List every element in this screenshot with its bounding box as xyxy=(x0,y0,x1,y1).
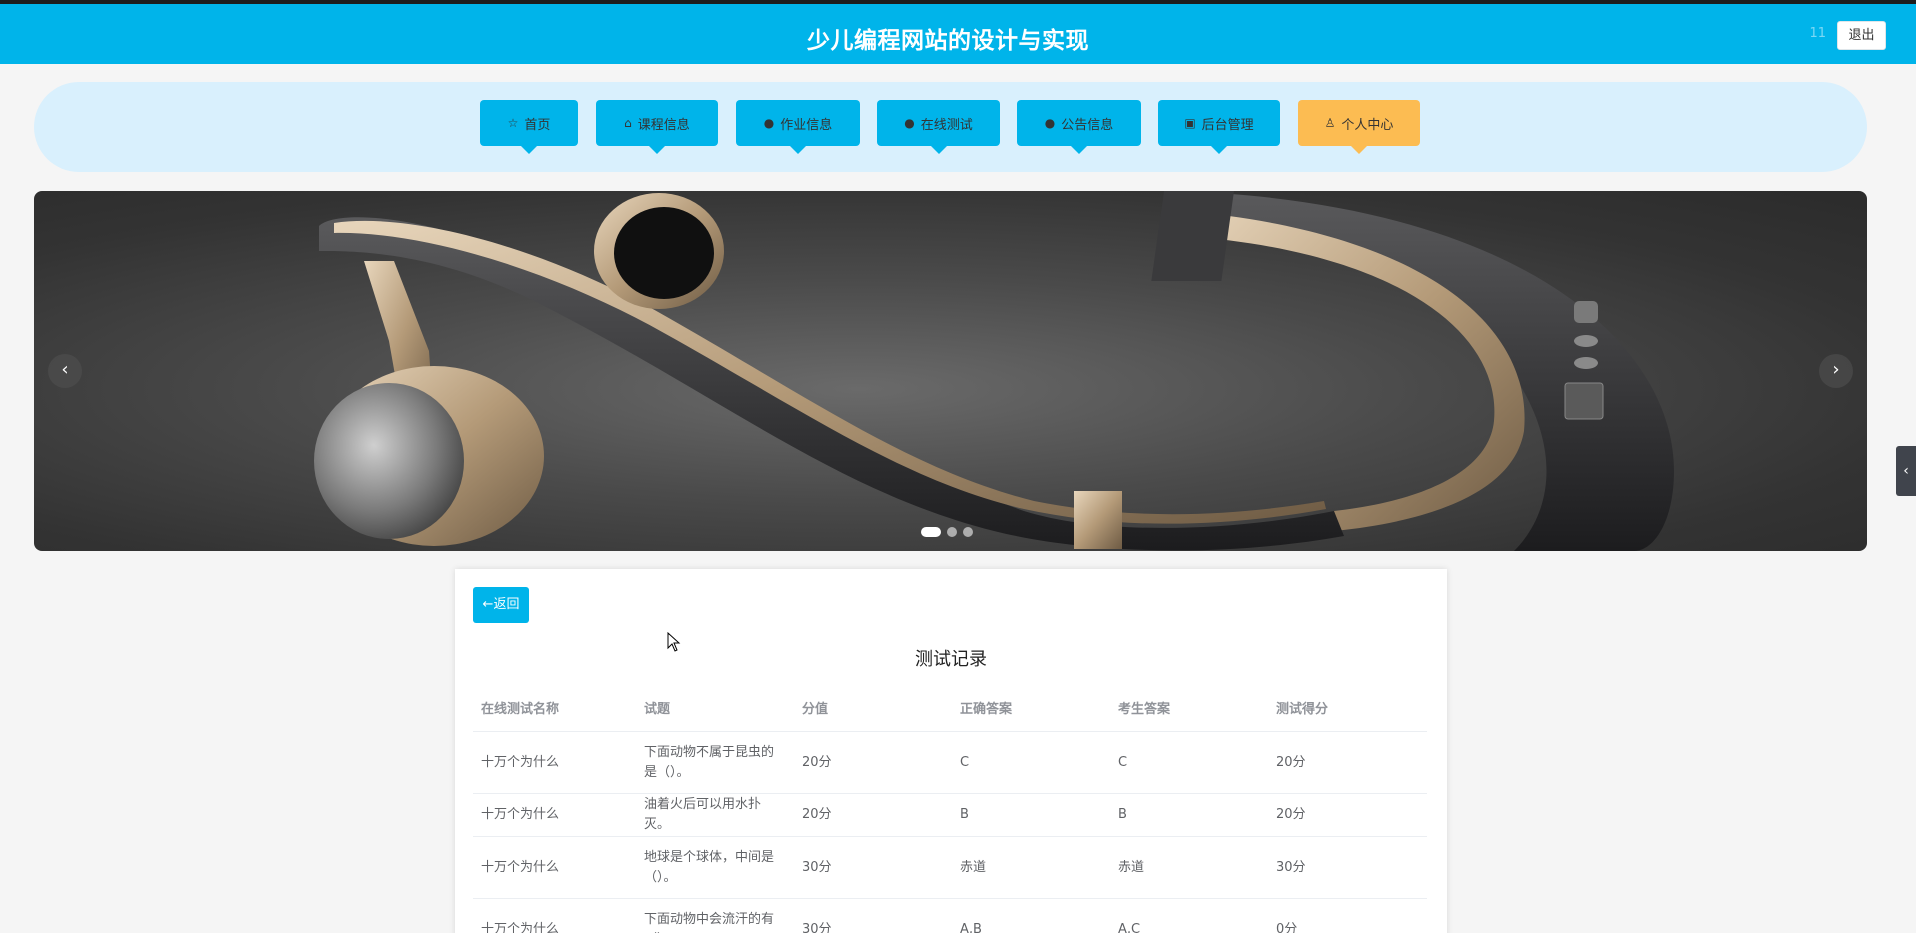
alert-icon: ● xyxy=(763,116,775,130)
table-cell: B xyxy=(1118,807,1127,822)
bag-icon: ⌂ xyxy=(624,116,632,130)
nav-item-label: 个人中心 xyxy=(1341,117,1394,133)
banner-image-headphones xyxy=(314,191,1674,551)
nav-item-notice-info[interactable]: ● 公告信息 xyxy=(1017,100,1141,154)
table-cell: 20分 xyxy=(802,807,832,822)
back-button[interactable]: ←返回 xyxy=(473,587,529,623)
carousel-dot[interactable] xyxy=(963,527,973,537)
carousel-next-button[interactable]: › xyxy=(1819,354,1853,388)
table-cell: 地球是个球体，中间是（）。 xyxy=(644,849,775,885)
table-cell: 十万个为什么 xyxy=(481,754,560,770)
table-row: 十万个为什么 下面动物不属于昆虫的是（）。 20分 C C 20分 xyxy=(473,732,1427,794)
site-title: 少儿编程网站的设计与实现 xyxy=(807,28,1089,54)
table-cell: A,B xyxy=(960,921,982,933)
table-cell: B xyxy=(960,807,969,822)
column-header: 考生答案 xyxy=(1118,702,1171,717)
table-cell: 20分 xyxy=(1276,754,1306,770)
carousel-dot[interactable] xyxy=(947,527,957,537)
question-icon: ● xyxy=(904,116,915,130)
nav-item-label: 后台管理 xyxy=(1201,117,1254,133)
mouse-cursor-icon xyxy=(667,632,681,652)
nav-item-home[interactable]: ☆ 首页 xyxy=(480,100,578,154)
table-header: 在线测试名称 试题 分值 正确答案 考生答案 测试得分 xyxy=(473,689,1427,732)
nav-item-homework-info[interactable]: ● 作业信息 xyxy=(736,100,860,154)
logout-button[interactable]: 退出 xyxy=(1837,21,1886,50)
main-nav: ☆ 首页 ⌂ 课程信息 ● 作业信息 ● 在线测试 ● 公告信息 ▣ 后台管理 … xyxy=(34,82,1867,172)
table-cell: C xyxy=(960,754,970,770)
table-cell: 下面动物中会流汗的有（）。 xyxy=(644,911,775,933)
table-row: 十万个为什么 地球是个球体，中间是（）。 30分 赤道 赤道 30分 xyxy=(473,837,1427,899)
test-record-card: ←返回 测试记录 在线测试名称 试题 分值 正确答案 考生答案 测试得分 十万个… xyxy=(455,569,1447,933)
table-cell: 油着火后可以用水扑灭。 xyxy=(644,797,762,832)
test-record-table: 在线测试名称 试题 分值 正确答案 考生答案 测试得分 十万个为什么 下面动物不… xyxy=(473,689,1427,933)
table-cell: A,C xyxy=(1118,921,1141,933)
info-icon: ● xyxy=(1044,116,1056,130)
table-cell: 赤道 xyxy=(960,859,987,875)
column-header: 试题 xyxy=(644,702,671,717)
table-cell: 20分 xyxy=(1276,807,1306,822)
table-row: 十万个为什么 油着火后可以用水扑灭。 20分 B B 20分 xyxy=(473,794,1427,837)
column-header: 正确答案 xyxy=(960,702,1013,717)
nav-item-personal-center[interactable]: ♙ 个人中心 xyxy=(1298,100,1420,154)
table-cell: 十万个为什么 xyxy=(481,859,560,875)
nav-item-admin[interactable]: ▣ 后台管理 xyxy=(1158,100,1280,154)
card-title: 测试记录 xyxy=(915,649,987,670)
table-cell: 十万个为什么 xyxy=(481,807,560,822)
carousel-prev-button[interactable]: ‹ xyxy=(48,354,82,388)
banner-carousel: ‹ › xyxy=(34,191,1867,551)
column-header: 分值 xyxy=(802,702,829,717)
nav-item-label: 首页 xyxy=(524,117,551,133)
table-cell: 十万个为什么 xyxy=(481,921,560,933)
briefcase-icon: ▣ xyxy=(1184,116,1196,130)
user-icon: ♙ xyxy=(1324,116,1336,130)
table-cell: C xyxy=(1118,754,1128,770)
nav-item-label: 在线测试 xyxy=(920,117,973,133)
table-cell: 0分 xyxy=(1276,921,1298,933)
table-cell: 20分 xyxy=(802,754,832,770)
table-cell: 30分 xyxy=(1276,859,1306,875)
table-cell: 30分 xyxy=(802,859,832,875)
star-icon: ☆ xyxy=(507,116,519,130)
side-panel-toggle[interactable]: ‹ xyxy=(1896,446,1916,496)
column-header: 测试得分 xyxy=(1276,702,1329,717)
nav-item-label: 课程信息 xyxy=(637,117,690,133)
table-cell: 赤道 xyxy=(1118,859,1145,875)
nav-item-course-info[interactable]: ⌂ 课程信息 xyxy=(596,100,718,154)
table-cell: 下面动物不属于昆虫的是（）。 xyxy=(644,744,775,780)
table-cell: 30分 xyxy=(802,921,832,933)
nav-item-label: 公告信息 xyxy=(1061,117,1114,133)
nav-item-label: 作业信息 xyxy=(780,117,833,133)
table-row: 十万个为什么 下面动物中会流汗的有（）。 30分 A,B A,C 0分 xyxy=(473,899,1427,933)
carousel-dot[interactable] xyxy=(921,527,941,537)
nav-item-online-test[interactable]: ● 在线测试 xyxy=(877,100,1000,154)
carousel-indicators xyxy=(921,527,973,537)
column-header: 在线测试名称 xyxy=(481,702,560,717)
site-header: 少儿编程网站的设计与实现 11 退出 xyxy=(0,4,1916,64)
current-user-name: 11 xyxy=(1809,26,1826,41)
